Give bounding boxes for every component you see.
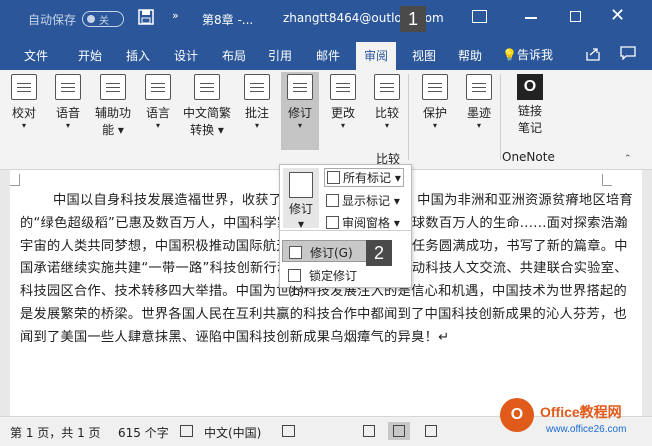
autosave-label: 自动保存 [28,13,77,27]
qat-more-button[interactable]: » [172,9,179,22]
word-count[interactable]: 615 个字 [118,424,169,441]
crop-mark [10,174,20,186]
tell-me-search[interactable]: 💡告诉我 [502,46,553,63]
track-changes-menu-item[interactable]: 修订(G) [282,240,368,262]
group-divider [500,74,501,160]
tab-references[interactable]: 引用 [268,47,292,64]
print-layout-button[interactable] [388,422,410,440]
tab-review[interactable]: 审阅 [356,42,397,70]
web-layout-button[interactable] [420,422,442,440]
tab-file[interactable]: 文件 [24,47,48,64]
step-badge-2: 2 [366,240,392,266]
protect-icon [422,74,448,100]
proofing-status-icon[interactable] [180,425,193,437]
track-changes-icon [287,74,313,100]
tab-mailings[interactable]: 邮件 [316,47,340,64]
share-icon[interactable] [585,46,601,62]
compare-button[interactable]: 比较 ▾ [370,74,404,131]
show-markup-icon [326,194,339,207]
ink-button[interactable]: 墨迹 ▾ [462,74,496,131]
web-layout-icon [425,425,437,437]
markup-display-select[interactable]: 所有标记 ▾ [324,168,404,187]
lightbulb-icon: 💡 [502,48,517,62]
document-title: 第8章 -... [202,13,254,27]
track-changes-button[interactable]: 修订 ▾ [281,72,319,150]
track-changes-icon [289,246,302,259]
show-markup-button[interactable]: 显示标记 ▾ [326,192,400,209]
watermark-title: Office教程网 [540,404,622,420]
new-comment-icon [244,74,270,100]
lock-tracking-menu-item[interactable]: 锁定修订(L) [282,264,368,298]
close-icon[interactable]: ✕ [610,5,625,26]
compare-icon [374,74,400,100]
reviewing-pane-button[interactable]: 审阅窗格 ▾ [326,214,400,231]
spelling-icon [11,74,37,100]
chinese-conversion-icon [194,74,220,100]
maximize-icon[interactable] [570,11,581,22]
chinese-conversion-button[interactable]: 中文简繁 转换 ▾ [180,74,234,138]
changes-icon [330,74,356,100]
macro-record-icon[interactable] [282,425,295,437]
menu-divider [280,230,411,231]
group-divider [408,74,409,160]
step-badge-1: 1 [400,6,426,32]
tab-insert[interactable]: 插入 [126,47,150,64]
reviewing-pane-icon [326,216,339,229]
title-bar: 自动保存 关 » 第8章 -... zhangtt8464@outlo om 1… [0,0,652,38]
watermark-logo: O [500,398,534,432]
onenote-group-label: OneNote [502,150,555,164]
ink-icon [466,74,492,100]
accessibility-icon [100,74,126,100]
tab-home[interactable]: 开始 [78,47,102,64]
read-mode-icon [363,425,375,437]
linked-notes-button[interactable]: O 链接 笔记 [510,74,550,136]
changes-button[interactable]: 更改 ▾ [326,74,360,131]
language-button[interactable]: 语言 ▾ [140,74,176,131]
page-count[interactable]: 第 1 页，共 1 页 [10,424,101,441]
speech-icon [55,74,81,100]
watermark-url: www.office26.com [546,424,627,435]
print-layout-icon [393,425,405,437]
comments-icon[interactable] [620,46,636,60]
lock-icon [288,269,301,282]
language-icon [145,74,171,100]
comments-button[interactable]: 批注 ▾ [240,74,274,131]
save-icon[interactable] [138,9,154,25]
tab-help[interactable]: 帮助 [458,47,482,64]
ribbon: 校对 ▾ 语音 ▾ 辅助功能 ▾ 语言 ▾ 中文简繁 转换 ▾ 批注 ▾ 修订 ▾ 更改 ▾ … [0,70,652,170]
tab-view[interactable]: 视图 [412,47,436,64]
language-status[interactable]: 中文(中国) [204,424,261,441]
tab-design[interactable]: 设计 [174,47,198,64]
read-mode-button[interactable] [358,422,380,440]
speech-button[interactable]: 语音 ▾ [50,74,86,131]
protect-button[interactable]: 保护 ▾ [418,74,452,131]
tab-layout[interactable]: 布局 [222,47,246,64]
track-changes-icon [289,172,313,198]
minimize-icon[interactable] [525,17,537,19]
proofing-button[interactable]: 校对 ▾ [6,74,42,131]
track-changes-big-button[interactable]: 修订 ▾ [283,168,319,231]
ribbon-display-options-icon[interactable] [472,10,487,23]
autosave-toggle[interactable]: 关 [82,11,124,27]
markup-icon [327,171,340,184]
onenote-icon: O [517,74,543,100]
collapse-ribbon-icon[interactable]: ⌃ [624,154,632,164]
ribbon-tabs: 文件 开始 插入 设计 布局 引用 邮件 审阅 视图 帮助 💡告诉我 [0,38,652,70]
accessibility-button[interactable]: 辅助功能 ▾ [92,74,134,138]
crop-mark [602,174,612,186]
